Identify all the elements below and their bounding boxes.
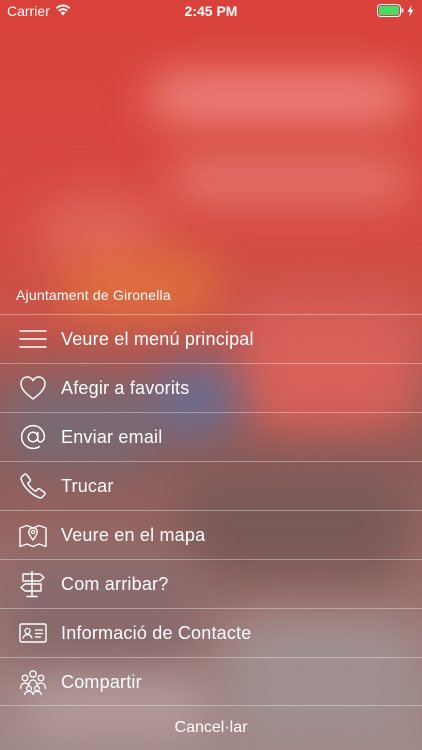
status-bar: Carrier 2:45 PM	[0, 0, 422, 22]
menu-item-label: Compartir	[61, 671, 142, 692]
menu-item-send-email[interactable]: Enviar email	[0, 412, 422, 461]
people-group-icon	[18, 667, 48, 697]
at-sign-icon	[18, 422, 48, 452]
action-sheet-title: Ajuntament de Gironella	[16, 287, 171, 303]
menu-item-map[interactable]: Veure en el mapa	[0, 510, 422, 559]
battery-indicator	[377, 4, 414, 20]
menu-item-contact-info[interactable]: Informació de Contacte	[0, 608, 422, 657]
menu-item-label: Trucar	[61, 475, 114, 496]
menu-item-label: Afegir a favorits	[61, 377, 190, 398]
map-pin-icon	[18, 520, 48, 550]
menu-item-label: Veure en el mapa	[61, 524, 206, 545]
action-sheet: Ajuntament de Gironella Veure el menú pr…	[0, 280, 422, 750]
menu-item-label: Enviar email	[61, 426, 163, 447]
menu-item-label: Veure el menú principal	[61, 328, 254, 349]
phone-icon	[18, 471, 48, 501]
menu-item-share[interactable]: Compartir	[0, 657, 422, 706]
charging-bolt-icon	[407, 4, 414, 20]
menu-item-main-menu[interactable]: Veure el menú principal	[0, 314, 422, 363]
signpost-icon	[18, 569, 48, 599]
action-menu: Veure el menú principal Afegir a favorit…	[0, 314, 422, 706]
heart-icon	[18, 373, 48, 403]
hamburger-menu-icon	[18, 324, 48, 354]
contact-card-icon	[18, 618, 48, 648]
status-time: 2:45 PM	[184, 3, 238, 19]
menu-item-call[interactable]: Trucar	[0, 461, 422, 510]
menu-item-label: Com arribar?	[61, 573, 169, 594]
menu-item-label: Informació de Contacte	[61, 622, 252, 643]
menu-item-favorites[interactable]: Afegir a favorits	[0, 363, 422, 412]
cancel-button[interactable]: Cancel·lar	[0, 705, 422, 750]
battery-full-icon	[377, 4, 404, 20]
menu-item-directions[interactable]: Com arribar?	[0, 559, 422, 608]
